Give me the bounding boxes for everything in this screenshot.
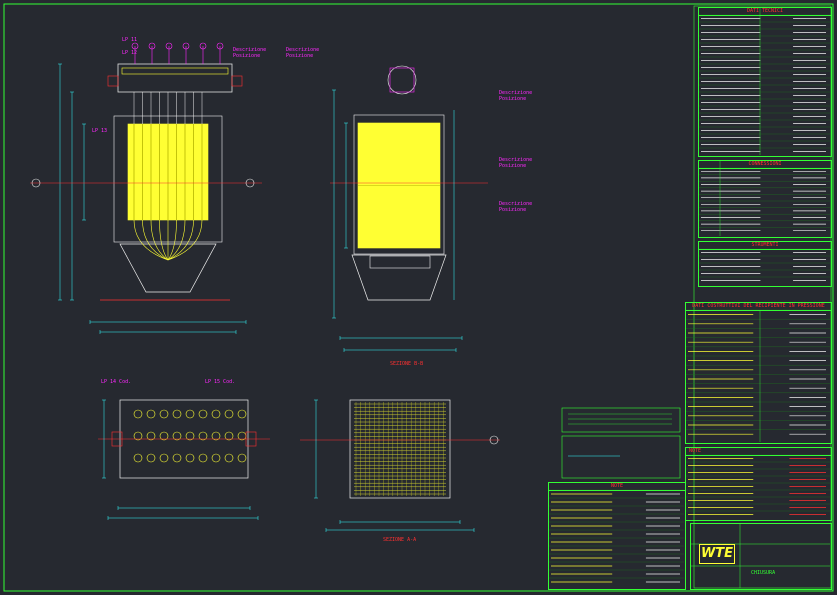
title-block: WTE CHIUSURA	[690, 523, 832, 590]
table-title: DATI TECNICI	[699, 8, 831, 16]
table-title: STRUMENTI	[699, 242, 831, 250]
inlet-flange	[107, 75, 119, 87]
bag-circle	[198, 453, 208, 463]
callout-position: Posizione	[499, 96, 527, 102]
bag-circle	[211, 409, 221, 419]
outlet-flange	[231, 75, 243, 87]
tag-label: LP 12	[122, 50, 138, 56]
bag-circle	[185, 409, 195, 419]
bag-circle	[198, 409, 208, 419]
table-instruments: STRUMENTI	[698, 241, 832, 287]
company-logo: WTE	[699, 544, 735, 564]
bag-bottom	[167, 219, 177, 261]
bag-circle	[159, 409, 169, 419]
table-title: NOTE	[549, 483, 685, 491]
note-box-1	[561, 407, 681, 433]
note-box-2	[561, 435, 681, 479]
bag-circle	[133, 453, 143, 463]
bag-circle	[146, 409, 156, 419]
bag-circle	[172, 453, 182, 463]
bag-circle	[185, 453, 195, 463]
tag-label: LP 13	[92, 128, 108, 134]
bag-circle	[237, 409, 247, 419]
bag-circle	[211, 453, 221, 463]
bag-circle	[159, 453, 169, 463]
table-title: DATI COSTRUTTIVI DEL RECIPIENTE IN PRESS…	[686, 303, 831, 311]
tag-label: LP 15 Cod.	[205, 379, 236, 385]
section-label: SEZIONE B-B	[390, 361, 424, 367]
callout-position: Posizione	[499, 163, 527, 169]
table-connections: CONNESSIONI	[698, 160, 832, 238]
header-pipe	[121, 67, 229, 75]
header-circle	[387, 65, 417, 95]
title-line: CHIUSURA	[751, 570, 776, 576]
bag-circle	[146, 453, 156, 463]
table-notes-bottom: NOTE	[548, 482, 686, 590]
table-title: CONNESSIONI	[699, 161, 831, 169]
callout-position: Posizione	[286, 53, 314, 59]
callout-position: Posizione	[499, 207, 527, 213]
tag-label: LP 11	[122, 37, 138, 43]
bag-circle	[133, 409, 143, 419]
bag-circle	[237, 453, 247, 463]
tag-label: LP 14 Cod.	[101, 379, 132, 385]
table-construction-data: DATI COSTRUTTIVI DEL RECIPIENTE IN PRESS…	[685, 302, 832, 444]
bag-circle	[172, 409, 182, 419]
callout-position: Posizione	[233, 53, 261, 59]
cad-drawing-sheet: LP 11 LP 12 LP 13 LP 14 Cod. LP 15 Cod. …	[0, 0, 837, 595]
table-technical-data: DATI TECNICI	[698, 7, 832, 157]
screw-conveyor	[369, 255, 431, 269]
hopper-side	[351, 254, 447, 301]
table-notes-right: NOTE	[685, 447, 832, 521]
header-box	[389, 67, 415, 93]
table-title: NOTE	[686, 448, 831, 456]
section-label: SEZIONE A-A	[383, 537, 417, 543]
bag-circle	[224, 453, 234, 463]
bag-bottom	[159, 219, 169, 261]
bag-circle	[224, 409, 234, 419]
